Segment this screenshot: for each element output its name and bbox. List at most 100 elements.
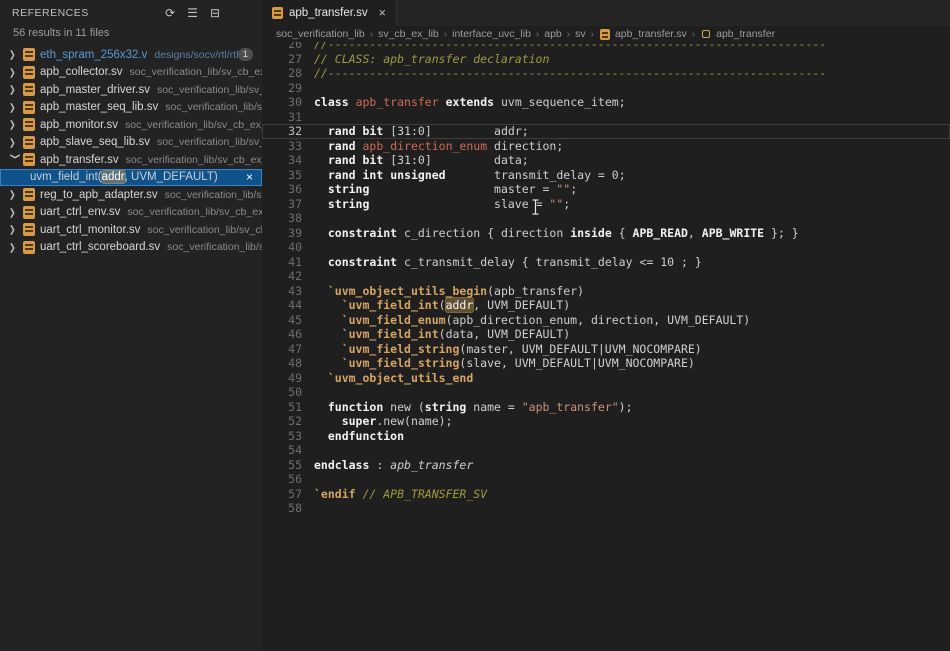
breadcrumb-item[interactable]: sv — [575, 28, 586, 40]
tree-item-apb_transfer.sv[interactable]: ❯apb_transfer.svsoc_verification_lib/sv_… — [0, 151, 262, 169]
code-line-56[interactable]: 56 — [262, 472, 950, 487]
tree-item-uart_ctrl_env.sv[interactable]: ❯uart_ctrl_env.svsoc_verification_lib/sv… — [0, 204, 262, 222]
line-number[interactable]: 31 — [262, 110, 302, 125]
chevron-right-icon[interactable]: ❯ — [9, 224, 22, 235]
line-number[interactable]: 42 — [262, 269, 302, 284]
line-number[interactable]: 52 — [262, 414, 302, 429]
code-line-36[interactable]: 36 string master = ""; — [262, 182, 950, 197]
clear-results-icon[interactable]: ☰ — [187, 7, 198, 19]
line-number[interactable]: 48 — [262, 356, 302, 371]
line-number[interactable]: 28 — [262, 66, 302, 81]
line-number[interactable]: 55 — [262, 458, 302, 473]
line-number[interactable]: 45 — [262, 313, 302, 328]
line-number[interactable]: 27 — [262, 52, 302, 67]
code-line-44[interactable]: 44 `uvm_field_int(addr, UVM_DEFAULT) — [262, 298, 950, 313]
breadcrumb-file[interactable]: apb_transfer.sv — [615, 28, 687, 40]
line-number[interactable]: 34 — [262, 153, 302, 168]
code-line-26[interactable]: 26//------------------------------------… — [262, 42, 950, 52]
line-number[interactable]: 53 — [262, 429, 302, 444]
chevron-down-icon[interactable]: ❯ — [10, 153, 21, 166]
chevron-right-icon[interactable]: ❯ — [9, 84, 22, 95]
breadcrumb-symbol[interactable]: apb_transfer — [716, 28, 775, 40]
code-editor[interactable]: 26//------------------------------------… — [262, 42, 950, 651]
code-text[interactable]: endclass : apb_transfer — [302, 458, 473, 473]
code-text[interactable]: rand apb_direction_enum direction; — [302, 139, 563, 154]
code-line-32[interactable]: 32 rand bit [31:0] addr; — [262, 124, 950, 139]
code-line-55[interactable]: 55endclass : apb_transfer — [262, 458, 950, 473]
code-text[interactable]: `uvm_field_int(data, UVM_DEFAULT) — [302, 327, 570, 342]
line-number[interactable]: 49 — [262, 371, 302, 386]
code-line-53[interactable]: 53 endfunction — [262, 429, 950, 444]
refresh-icon[interactable]: ⟳ — [165, 7, 175, 19]
line-number[interactable]: 30 — [262, 95, 302, 110]
code-text[interactable]: string slave = ""; — [302, 197, 570, 212]
code-line-46[interactable]: 46 `uvm_field_int(data, UVM_DEFAULT) — [262, 327, 950, 342]
code-text[interactable]: `endif // APB_TRANSFER_SV — [302, 487, 487, 502]
code-text[interactable]: rand bit [31:0] addr; — [302, 124, 529, 139]
line-number[interactable]: 29 — [262, 81, 302, 96]
code-line-49[interactable]: 49 `uvm_object_utils_end — [262, 371, 950, 386]
breadcrumb-item[interactable]: soc_verification_lib — [276, 28, 365, 40]
code-line-52[interactable]: 52 super.new(name); — [262, 414, 950, 429]
line-number[interactable]: 37 — [262, 197, 302, 212]
code-line-47[interactable]: 47 `uvm_field_string(master, UVM_DEFAULT… — [262, 342, 950, 357]
line-number[interactable]: 56 — [262, 472, 302, 487]
line-number[interactable]: 57 — [262, 487, 302, 502]
line-number[interactable]: 54 — [262, 443, 302, 458]
tree-item-apb_slave_seq_lib.sv[interactable]: ❯apb_slave_seq_lib.svsoc_verification_li… — [0, 134, 262, 152]
code-text[interactable]: endfunction — [302, 429, 404, 444]
code-text[interactable] — [302, 443, 314, 458]
code-line-51[interactable]: 51 function new (string name = "apb_tran… — [262, 400, 950, 415]
code-line-41[interactable]: 41 constraint c_transmit_delay { transmi… — [262, 255, 950, 270]
code-line-33[interactable]: 33 rand apb_direction_enum direction; — [262, 139, 950, 154]
code-line-57[interactable]: 57`endif // APB_TRANSFER_SV — [262, 487, 950, 502]
code-line-50[interactable]: 50 — [262, 385, 950, 400]
breadcrumb-item[interactable]: sv_cb_ex_lib — [378, 28, 439, 40]
line-number[interactable]: 58 — [262, 501, 302, 516]
code-text[interactable] — [302, 501, 314, 516]
line-number[interactable]: 35 — [262, 168, 302, 183]
code-text[interactable]: `uvm_field_string(master, UVM_DEFAULT|UV… — [302, 342, 702, 357]
code-text[interactable] — [302, 472, 314, 487]
code-text[interactable]: rand bit [31:0] data; — [302, 153, 529, 168]
chevron-right-icon[interactable]: ❯ — [9, 119, 22, 130]
code-line-40[interactable]: 40 — [262, 240, 950, 255]
code-text[interactable] — [302, 211, 314, 226]
code-text[interactable]: constraint c_transmit_delay { transmit_d… — [302, 255, 702, 270]
code-text[interactable]: class apb_transfer extends uvm_sequence_… — [302, 95, 626, 110]
code-text[interactable]: `uvm_field_enum(apb_direction_enum, dire… — [302, 313, 750, 328]
collapse-all-icon[interactable]: ⊟ — [210, 7, 220, 19]
code-text[interactable] — [302, 110, 314, 125]
code-text[interactable] — [302, 385, 314, 400]
chevron-right-icon[interactable]: ❯ — [9, 49, 22, 60]
chevron-right-icon[interactable]: ❯ — [9, 102, 22, 113]
code-text[interactable]: //--------------------------------------… — [302, 66, 826, 81]
code-line-48[interactable]: 48 `uvm_field_string(slave, UVM_DEFAULT|… — [262, 356, 950, 371]
code-text[interactable]: rand int unsigned transmit_delay = 0; — [302, 168, 626, 183]
code-text[interactable]: `uvm_object_utils_end — [302, 371, 473, 386]
code-text[interactable]: `uvm_field_string(slave, UVM_DEFAULT|UVM… — [302, 356, 695, 371]
code-text[interactable]: //--------------------------------------… — [302, 42, 826, 52]
code-line-31[interactable]: 31 — [262, 110, 950, 125]
line-number[interactable]: 33 — [262, 139, 302, 154]
code-line-35[interactable]: 35 rand int unsigned transmit_delay = 0; — [262, 168, 950, 183]
code-text[interactable]: super.new(name); — [302, 414, 453, 429]
tree-item-apb_collector.sv[interactable]: ❯apb_collector.svsoc_verification_lib/sv… — [0, 64, 262, 82]
code-line-54[interactable]: 54 — [262, 443, 950, 458]
breadcrumb-item[interactable]: interface_uvc_lib — [452, 28, 531, 40]
tree-item-eth_spram_256x32.v[interactable]: ❯eth_spram_256x32.vdesigns/socv/rtl/rtl_… — [0, 46, 262, 64]
tree-item-apb_monitor.sv[interactable]: ❯apb_monitor.svsoc_verification_lib/sv_c… — [0, 116, 262, 134]
code-line-34[interactable]: 34 rand bit [31:0] data; — [262, 153, 950, 168]
tree-item-apb_master_driver.sv[interactable]: ❯apb_master_driver.svsoc_verification_li… — [0, 81, 262, 99]
code-line-43[interactable]: 43 `uvm_object_utils_begin(apb_transfer) — [262, 284, 950, 299]
code-text[interactable] — [302, 81, 314, 96]
tree-item-apb_master_seq_lib.sv[interactable]: ❯apb_master_seq_lib.svsoc_verification_l… — [0, 99, 262, 117]
line-number[interactable]: 26 — [262, 42, 302, 52]
line-number[interactable]: 50 — [262, 385, 302, 400]
tree-item-uart_ctrl_scoreboard.sv[interactable]: ❯uart_ctrl_scoreboard.svsoc_verification… — [0, 239, 262, 257]
code-text[interactable]: string master = ""; — [302, 182, 577, 197]
code-line-42[interactable]: 42 — [262, 269, 950, 284]
tree-item-uart_ctrl_monitor.sv[interactable]: ❯uart_ctrl_monitor.svsoc_verification_li… — [0, 221, 262, 239]
line-number[interactable]: 36 — [262, 182, 302, 197]
chevron-right-icon[interactable]: ❯ — [9, 137, 22, 148]
